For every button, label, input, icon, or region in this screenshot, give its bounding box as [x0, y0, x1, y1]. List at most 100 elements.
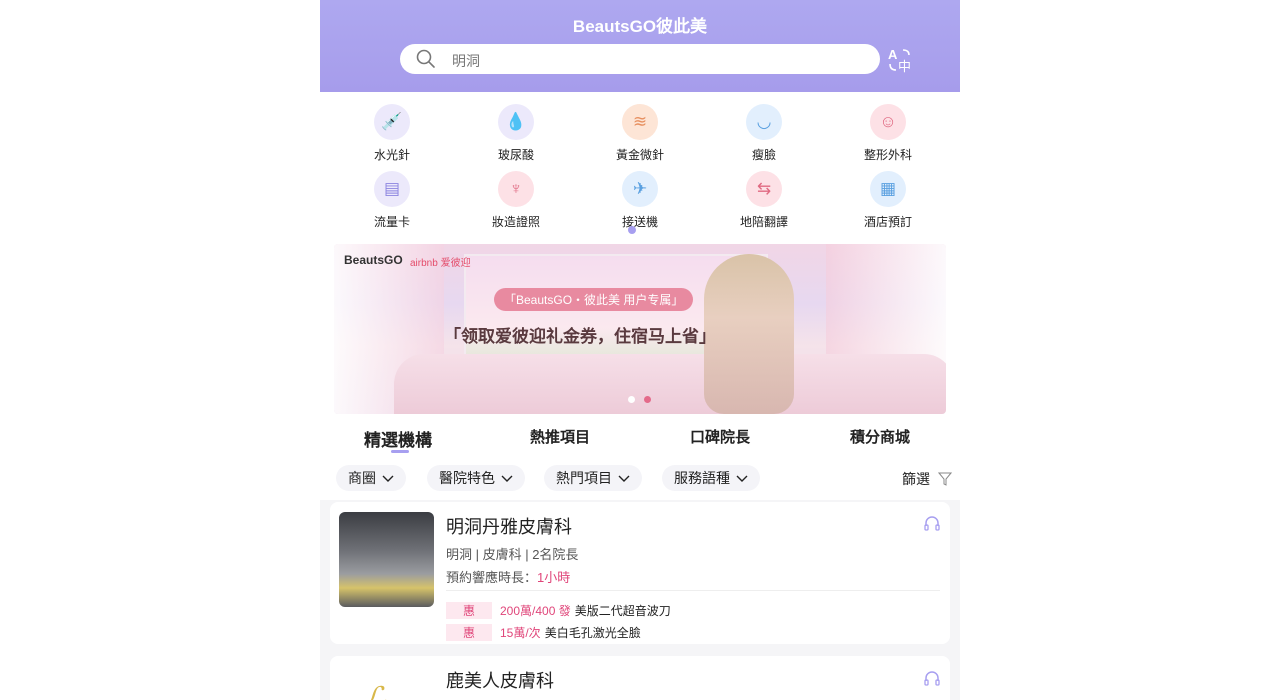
deal-price: 15萬/次 [500, 626, 541, 640]
filter-hospital-feature[interactable]: 醫院特色 [427, 465, 525, 491]
promo-banner[interactable]: BeautsGO airbnb 爱彼迎 「BeautsGO・彼此美 用户专属」 … [334, 244, 946, 414]
category-icon-bg: 💉 [374, 104, 410, 140]
airplane-icon: ✈ [632, 179, 648, 198]
deal-tag: 惠 [446, 624, 492, 641]
banner-brand: BeautsGO [344, 253, 403, 267]
clinic-name: 明洞丹雅皮膚科 [446, 517, 572, 537]
category-icon-bg: ≋ [622, 104, 658, 140]
category-label: 酒店預訂 [863, 215, 912, 229]
filter-service-language[interactable]: 服務語種 [662, 465, 760, 491]
category-icon-bg: ✈ [622, 171, 658, 207]
tab-points-mall[interactable]: 積分商城 [850, 426, 910, 447]
tab-hot-items[interactable]: 熱推項目 [530, 426, 590, 447]
header: BeautsGO彼此美 明洞 A 中 [320, 0, 960, 92]
clinic-card[interactable]: 明洞丹雅皮膚科 明洞 | 皮膚科 | 2名院長 預約響應時長：1小時 惠 200萬… [330, 502, 950, 644]
response-label: 預約響應時長： [446, 570, 538, 585]
category-item[interactable]: ⇆ 地陪翻譯 [719, 171, 809, 230]
category-icon-bg: ▦ [870, 171, 906, 207]
divider [446, 590, 940, 591]
clinic-logo-mark: ℒ [364, 681, 386, 700]
translate-icon[interactable]: A 中 [887, 46, 915, 74]
face-surgery-icon: ☺ [879, 112, 897, 131]
filter-label: 服務語種 [674, 470, 730, 486]
deal-tag: 惠 [446, 602, 492, 619]
category-label: 整形外科 [863, 148, 912, 162]
tab-active-indicator [391, 450, 409, 453]
chevron-down-icon [501, 465, 513, 491]
banner-bed [394, 354, 946, 414]
category-item[interactable]: ◡ 瘦臉 [719, 104, 809, 163]
category-label: 黃金微針 [615, 148, 664, 162]
banner-dot-active[interactable] [644, 396, 651, 403]
category-item[interactable]: ▤ 流量卡 [347, 171, 437, 230]
deal-desc: 美白毛孔激光全臉 [544, 626, 641, 640]
filter-button-label: 篩選 [902, 471, 930, 487]
chevron-down-icon [382, 465, 394, 491]
clinic-response-time: 預約響應時長：1小時 [446, 567, 570, 586]
deal-price: 200萬/400 發 [500, 604, 571, 618]
app-screen: BeautsGO彼此美 明洞 A 中 💉 水光針 💧 玻尿酸 ≋ 黃金微針 ◡ 瘦臉 ☺ 整形外科… [320, 0, 960, 700]
category-label: 瘦臉 [751, 148, 776, 162]
category-label: 接送機 [621, 215, 658, 229]
category-page-indicator [628, 226, 636, 234]
filter-popular-items[interactable]: 熱門項目 [544, 465, 642, 491]
category-icon-bg: ▤ [374, 171, 410, 207]
filter-label: 商圈 [348, 470, 376, 486]
category-item[interactable]: ≋ 黃金微針 [595, 104, 685, 163]
banner-slogan: 「领取爱彼迎礼金券，住宿马上省」 [444, 327, 716, 346]
headset-icon[interactable] [923, 670, 941, 688]
hotel-doc-icon: ▦ [879, 179, 897, 198]
sim-card-icon: ▤ [383, 179, 401, 198]
category-label: 玻尿酸 [497, 148, 534, 162]
headset-icon[interactable] [923, 515, 941, 533]
category-icon-bg: 💧 [498, 104, 534, 140]
banner-tag: 「BeautsGO・彼此美 用户专属」 [494, 288, 694, 311]
filter-district[interactable]: 商圈 [336, 465, 406, 491]
filter-label: 醫院特色 [439, 470, 495, 486]
app-title: BeautsGO彼此美 [572, 17, 708, 36]
category-icon-bg: ⇆ [746, 171, 782, 207]
face-slim-icon: ◡ [756, 112, 772, 131]
category-label: 地陪翻譯 [739, 215, 788, 229]
category-icon-bg: ◡ [746, 104, 782, 140]
droplet-icon: 💧 [505, 112, 527, 131]
response-value: 1小時 [537, 570, 571, 585]
tab-top-doctors[interactable]: 口碑院長 [690, 426, 750, 447]
category-icon-bg: ☺ [870, 104, 906, 140]
clinic-logo: ℒ [339, 666, 434, 700]
filter-button[interactable]: 篩選 [902, 469, 952, 489]
category-item[interactable]: ✈ 接送機 [595, 171, 685, 230]
clinic-card[interactable]: ℒ 鹿美人皮膚科 [330, 656, 950, 700]
filter-label: 熱門項目 [556, 470, 612, 486]
translate-card-icon: ⇆ [756, 179, 772, 198]
search-icon [416, 49, 435, 68]
search-bar[interactable]: 明洞 [400, 44, 880, 74]
svg-text:A: A [888, 47, 898, 62]
syringe-icon: 💉 [381, 112, 403, 131]
banner-dot[interactable] [628, 396, 635, 403]
category-item[interactable]: ♆ 妝造證照 [471, 171, 561, 230]
category-item[interactable]: ☺ 整形外科 [843, 104, 933, 163]
clinic-meta: 明洞 | 皮膚科 | 2名院長 [446, 547, 579, 562]
clinic-photo [339, 512, 434, 607]
category-icon-bg: ♆ [498, 171, 534, 207]
category-label: 流量卡 [373, 215, 410, 229]
category-item[interactable]: 💧 玻尿酸 [471, 104, 561, 163]
category-label: 妝造證照 [491, 215, 540, 229]
category-label: 水光針 [373, 148, 410, 162]
search-input[interactable]: 明洞 [452, 51, 480, 71]
banner-illustration [704, 254, 794, 414]
category-item[interactable]: ▦ 酒店預訂 [843, 171, 933, 230]
deal-desc: 美版二代超音波刀 [574, 604, 671, 618]
clinic-name: 鹿美人皮膚科 [446, 671, 554, 691]
makeup-brush-icon: ♆ [509, 179, 523, 198]
deal-item[interactable]: 惠 200萬/400 發美版二代超音波刀 [446, 602, 671, 619]
microneedle-icon: ≋ [632, 112, 648, 131]
svg-text:中: 中 [898, 60, 911, 74]
category-item[interactable]: 💉 水光針 [347, 104, 437, 163]
tab-featured-institutions[interactable]: 精選機構 [364, 426, 432, 451]
funnel-icon [937, 472, 952, 486]
banner-partner: airbnb 爱彼迎 [410, 258, 471, 269]
deal-item[interactable]: 惠 15萬/次 美白毛孔激光全臉 [446, 624, 641, 641]
chevron-down-icon [618, 465, 630, 491]
